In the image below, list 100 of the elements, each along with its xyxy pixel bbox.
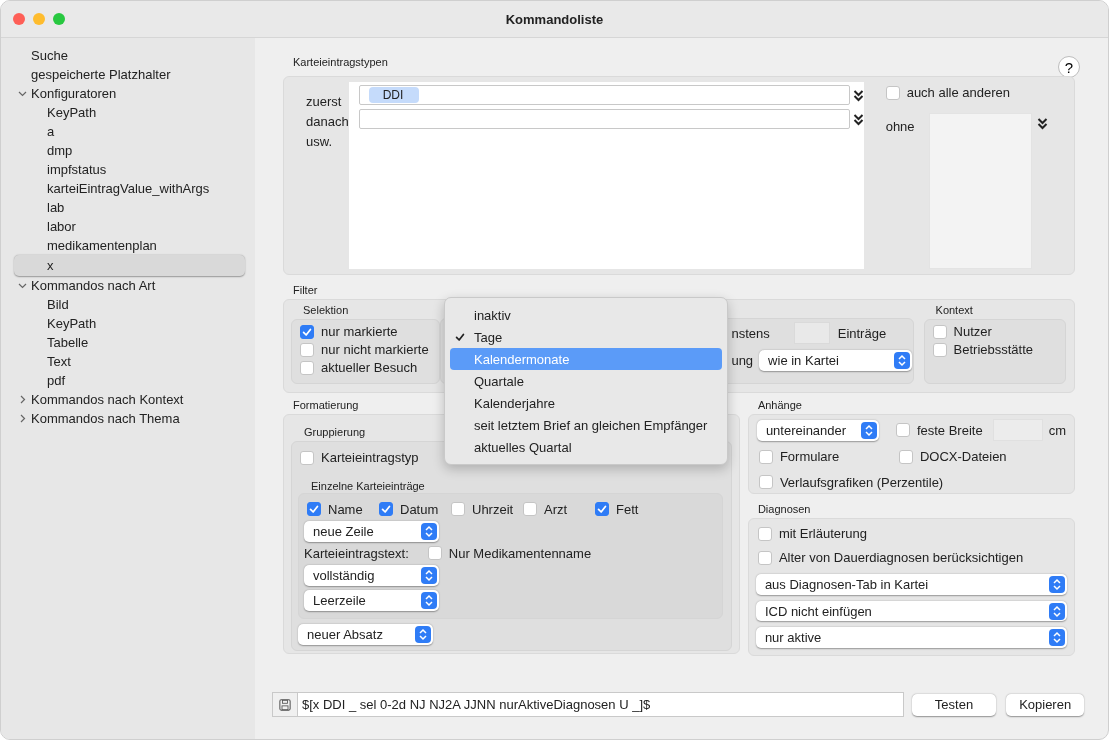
field-label: ung xyxy=(731,353,754,368)
checkbox[interactable]: mit Erläuterung xyxy=(755,526,1067,541)
checkbox[interactable]: Uhrzeit xyxy=(451,501,523,517)
checkbox[interactable]: Betriebsstätte xyxy=(932,342,1057,357)
sidebar-item[interactable]: Kommandos nach Art xyxy=(14,276,245,295)
checkbox[interactable]: feste Breite xyxy=(895,422,983,438)
dropdown[interactable]: neue Zeile xyxy=(304,520,439,542)
sidebar-item[interactable]: Kommandos nach Thema xyxy=(14,409,245,428)
group-title: Selektion xyxy=(303,304,349,316)
sidebar-item[interactable]: x xyxy=(14,255,245,276)
row-label: zuerst xyxy=(306,94,343,109)
checkbox[interactable]: aktueller Besuch xyxy=(300,360,432,375)
updown-icon xyxy=(415,625,431,643)
dropdown[interactable]: vollständig xyxy=(304,564,439,586)
updown-icon xyxy=(894,352,911,369)
sidebar-item[interactable]: labor xyxy=(14,217,245,236)
menu-item[interactable]: Tage xyxy=(450,326,722,348)
checkbox[interactable]: Arzt xyxy=(523,501,595,517)
unit-label: cm xyxy=(1048,422,1066,438)
action-button[interactable]: Kopieren xyxy=(1006,693,1084,716)
dropdown[interactable]: Leerzeile xyxy=(304,589,439,611)
menu-item[interactable]: Kalenderjahre xyxy=(450,392,722,414)
section-title: Diagnosen xyxy=(757,503,811,515)
sidebar-item[interactable]: Suche xyxy=(14,46,245,65)
sidebar-item[interactable]: KeyPath xyxy=(14,103,245,122)
sidebar-item[interactable]: dmp xyxy=(14,141,245,160)
checkbox[interactable]: Verlaufsgrafiken (Perzentile) xyxy=(758,474,944,490)
updown-icon xyxy=(1049,575,1065,593)
row-label: usw. xyxy=(306,134,333,149)
sidebar-item[interactable]: karteiEintragValue_withArgs xyxy=(14,179,245,198)
group-title: Einzelne Karteieinträge xyxy=(311,479,425,492)
floppy-icon xyxy=(279,697,291,712)
updown-icon xyxy=(421,566,437,584)
checkbox[interactable]: nur nicht markierte xyxy=(300,342,432,357)
token-field[interactable] xyxy=(358,109,850,129)
dropdown[interactable]: aus Diagnosen-Tab in Kartei xyxy=(755,574,1067,595)
action-button[interactable]: Testen xyxy=(911,693,997,716)
field-label: nstens xyxy=(731,325,770,341)
checkbox[interactable]: nur markierte xyxy=(300,324,432,339)
dropdown[interactable]: wie in Kartei xyxy=(759,350,913,371)
checkmark-icon xyxy=(380,503,392,515)
command-field[interactable]: $[x DDI _ sel 0-2d NJ NJ2A JJNN nurAktiveDiagnosen U _]$ xyxy=(298,692,904,717)
sidebar-item[interactable]: Tabelle xyxy=(14,333,245,352)
double-chevron-icon[interactable] xyxy=(852,112,864,126)
double-chevron-icon[interactable] xyxy=(852,88,864,102)
checkbox[interactable]: Karteieintragstyp xyxy=(300,450,419,465)
chevron-icon[interactable] xyxy=(18,89,27,98)
field-label: Karteieintragstext: xyxy=(304,545,409,561)
close-button[interactable] xyxy=(13,13,25,25)
dropdown[interactable]: ICD nicht einfügen xyxy=(755,600,1067,622)
sidebar-item[interactable]: medikamentenplan xyxy=(14,236,245,255)
field-label: Einträge xyxy=(837,325,887,341)
sidebar-item[interactable]: pdf xyxy=(14,371,245,390)
updown-icon xyxy=(421,591,437,609)
help-button[interactable]: ? xyxy=(1058,56,1080,78)
chevron-icon[interactable] xyxy=(18,281,27,290)
dropdown[interactable]: nur aktive xyxy=(755,627,1067,648)
sidebar-item[interactable]: Bild xyxy=(14,295,245,314)
menu-item[interactable]: Quartale xyxy=(450,370,722,392)
checkbox[interactable]: Datum xyxy=(379,501,451,517)
checkmark-icon xyxy=(596,503,608,515)
section-title: Anhänge xyxy=(757,399,802,411)
sidebar-item[interactable]: lab xyxy=(14,198,245,217)
chevron-icon[interactable] xyxy=(18,395,27,404)
menu-item[interactable]: seit letztem Brief an gleichen Empfänger xyxy=(450,414,722,436)
save-button[interactable] xyxy=(272,692,298,717)
row-label: danach xyxy=(306,114,349,129)
checkbox[interactable]: Name xyxy=(307,501,379,517)
sidebar-item[interactable]: impfstatus xyxy=(14,160,245,179)
checkmark-icon xyxy=(308,503,320,515)
sidebar-item[interactable]: a xyxy=(14,122,245,141)
checkbox[interactable]: Nutzer xyxy=(932,324,1057,339)
token[interactable]: DDI xyxy=(368,87,420,103)
checkbox[interactable]: DOCX-Dateien xyxy=(898,449,1007,464)
checkbox[interactable]: Formulare xyxy=(758,449,840,464)
token-field[interactable]: DDI xyxy=(358,85,850,105)
group-title: Kontext xyxy=(935,304,973,316)
dropdown[interactable]: neuer Absatz xyxy=(298,623,433,645)
sidebar-item[interactable]: Kommandos nach Kontext xyxy=(14,390,245,409)
section-title: Formatierung xyxy=(293,399,359,411)
section-title: Filter xyxy=(293,284,318,296)
sidebar-item[interactable]: Text xyxy=(14,352,245,371)
checkbox[interactable]: auch alle anderen xyxy=(885,85,1080,100)
row-label: ohne xyxy=(885,118,916,136)
updown-icon xyxy=(1049,629,1065,647)
updown-icon xyxy=(421,522,437,540)
menu-item[interactable]: inaktiv xyxy=(450,304,722,326)
dropdown[interactable]: untereinander xyxy=(756,419,879,441)
window-title: Kommandoliste xyxy=(505,11,604,27)
sidebar-item[interactable]: gespeicherte Platzhalter xyxy=(14,65,245,84)
section-title: Karteieintragstypen xyxy=(293,56,388,68)
sidebar-item[interactable]: KeyPath xyxy=(14,314,245,333)
double-chevron-icon[interactable] xyxy=(1036,117,1048,130)
checkbox[interactable]: Alter von Dauerdiagnosen berücksichtigen xyxy=(755,550,1067,565)
checkbox[interactable]: Fett xyxy=(595,501,667,517)
updown-icon xyxy=(1049,602,1065,620)
checkbox[interactable]: Nur Medikamentenname xyxy=(427,545,592,561)
menu-item[interactable]: aktuelles Quartal xyxy=(450,436,722,458)
sidebar-item[interactable]: Konfiguratoren xyxy=(14,84,245,103)
chevron-icon[interactable] xyxy=(18,414,27,423)
